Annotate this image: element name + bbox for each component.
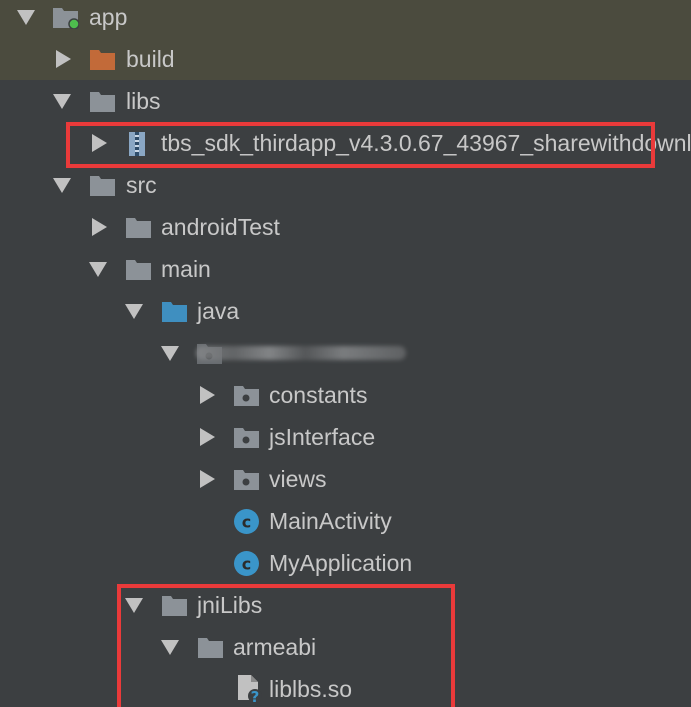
tree-node-views[interactable]: views bbox=[0, 458, 691, 500]
svg-text:?: ? bbox=[251, 688, 260, 704]
collapse-arrow-icon[interactable] bbox=[200, 386, 215, 404]
tree-node-label: build bbox=[126, 46, 175, 72]
tree-node-jnilibs[interactable]: jniLibs bbox=[0, 584, 691, 626]
source-folder-icon bbox=[161, 299, 188, 323]
class-icon: c bbox=[233, 508, 260, 534]
tree-node-liblbs[interactable]: ? liblbs.so bbox=[0, 668, 691, 707]
tree-node-label: MyApplication bbox=[269, 550, 413, 576]
collapse-arrow-icon[interactable] bbox=[200, 428, 215, 446]
svg-text:c: c bbox=[242, 555, 251, 574]
class-icon: c bbox=[233, 550, 260, 576]
folder-icon bbox=[161, 593, 188, 617]
tree-node-libs[interactable]: libs bbox=[0, 80, 691, 122]
collapse-arrow-icon[interactable] bbox=[92, 218, 107, 236]
expand-arrow-icon[interactable] bbox=[125, 598, 143, 613]
expand-arrow-icon[interactable] bbox=[53, 178, 71, 193]
expand-arrow-icon[interactable] bbox=[89, 262, 107, 277]
folder-icon bbox=[125, 257, 152, 281]
tree-node-label: libs bbox=[126, 88, 161, 114]
obscured-package-name bbox=[196, 346, 406, 360]
folder-icon bbox=[197, 635, 224, 659]
project-tree: app build libs tbs_sdk_thirdapp_v4.3.0.6… bbox=[0, 0, 691, 707]
tree-node-label: armeabi bbox=[233, 634, 317, 660]
excluded-folder-icon bbox=[89, 47, 116, 71]
jar-archive-icon bbox=[125, 131, 149, 156]
tree-node-label: src bbox=[126, 172, 157, 198]
expand-arrow-icon[interactable] bbox=[17, 10, 35, 25]
tree-node-jar[interactable]: tbs_sdk_thirdapp_v4.3.0.67_43967_sharewi… bbox=[0, 122, 691, 164]
expand-arrow-icon[interactable] bbox=[161, 640, 179, 655]
tree-node-myapplication[interactable]: c MyApplication bbox=[0, 542, 691, 584]
folder-icon bbox=[125, 215, 152, 239]
folder-icon bbox=[89, 173, 116, 197]
tree-node-main[interactable]: main bbox=[0, 248, 691, 290]
tree-node-build[interactable]: build bbox=[0, 38, 691, 80]
tree-node-mainactivity[interactable]: c MainActivity bbox=[0, 500, 691, 542]
svg-text:c: c bbox=[242, 513, 251, 532]
tree-node-java[interactable]: java bbox=[0, 290, 691, 332]
tree-node-label: app bbox=[89, 4, 128, 30]
expand-arrow-icon[interactable] bbox=[53, 94, 71, 109]
tree-node-label: jsInterface bbox=[269, 424, 376, 450]
expand-arrow-icon[interactable] bbox=[125, 304, 143, 319]
unknown-file-icon: ? bbox=[236, 674, 262, 704]
folder-icon bbox=[89, 89, 116, 113]
collapse-arrow-icon[interactable] bbox=[92, 134, 107, 152]
tree-node-label: androidTest bbox=[161, 214, 280, 240]
expand-arrow-icon[interactable] bbox=[161, 346, 179, 361]
tree-node-constants[interactable]: constants bbox=[0, 374, 691, 416]
tree-node-androidtest[interactable]: androidTest bbox=[0, 206, 691, 248]
tree-node-label: jniLibs bbox=[197, 592, 263, 618]
tree-node-label: java bbox=[197, 298, 240, 324]
package-icon bbox=[233, 467, 260, 491]
tree-node-jsinterface[interactable]: jsInterface bbox=[0, 416, 691, 458]
module-folder-icon bbox=[52, 5, 79, 29]
tree-node-label: views bbox=[269, 466, 327, 492]
collapse-arrow-icon[interactable] bbox=[200, 470, 215, 488]
collapse-arrow-icon[interactable] bbox=[56, 50, 71, 68]
tree-node-armeabi[interactable]: armeabi bbox=[0, 626, 691, 668]
package-icon bbox=[233, 425, 260, 449]
tree-node-label: tbs_sdk_thirdapp_v4.3.0.67_43967_sharewi… bbox=[161, 130, 691, 156]
tree-node-src[interactable]: src bbox=[0, 164, 691, 206]
package-icon bbox=[233, 383, 260, 407]
tree-node-label: MainActivity bbox=[269, 508, 392, 534]
tree-node-label: constants bbox=[269, 382, 368, 408]
tree-node-label: liblbs.so bbox=[269, 676, 353, 702]
tree-node-label: main bbox=[161, 256, 211, 282]
tree-node-app[interactable]: app bbox=[0, 0, 691, 38]
tree-node-package[interactable] bbox=[0, 332, 691, 374]
